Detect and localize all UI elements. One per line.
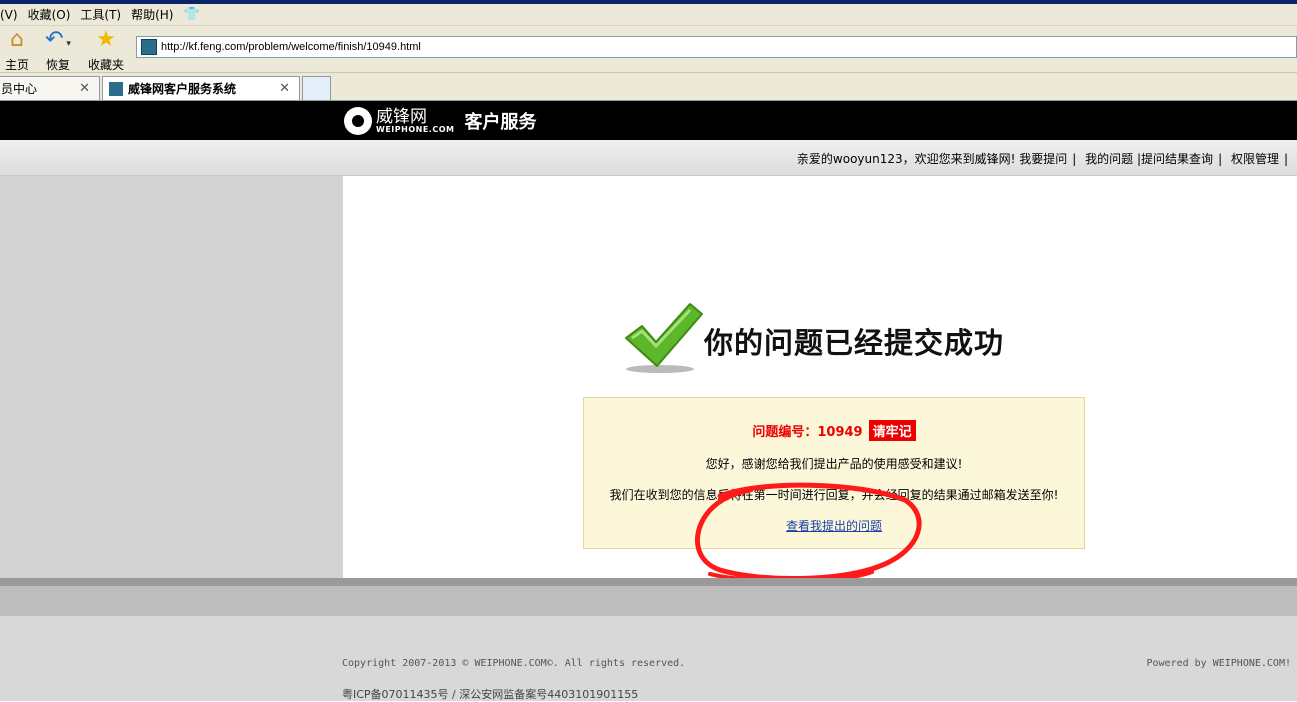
footer-band	[0, 586, 1297, 616]
home-button[interactable]: ⌂ 主页	[3, 28, 31, 73]
notice-box: 问题编号：10949 请牢记 您好，感谢您给我们提出产品的使用感受和建议! 我们在…	[583, 397, 1085, 549]
greeting: 亲爱的wooyun123，欢迎您来到威锋网!	[796, 152, 1016, 166]
close-icon[interactable]: ✕	[79, 81, 90, 96]
address-bar[interactable]: http://kf.feng.com/problem/welcome/finis…	[136, 36, 1297, 58]
copyright-text: Copyright 2007-2013 © WEIPHONE.COM©. All…	[342, 658, 686, 669]
service-title: 客户服务	[464, 112, 537, 133]
address-url[interactable]: http://kf.feng.com/problem/welcome/finis…	[161, 41, 421, 53]
checkmark-icon	[625, 303, 703, 373]
question-number: 问题编号：10949	[752, 425, 863, 440]
remember-badge: 请牢记	[868, 420, 916, 441]
tab-label: 员中心	[1, 82, 38, 96]
nav-bar: 亲爱的wooyun123，欢迎您来到威锋网! 我要提问 | 我的问题 |提问结果查…	[0, 140, 1297, 176]
powered-by-text: Powered by WEIPHONE.COM!	[1146, 658, 1292, 669]
restore-button[interactable]: ↶ ▾ 恢复	[38, 28, 78, 73]
site-favicon-icon	[109, 81, 123, 96]
menu-favorites[interactable]: 收藏(O)	[28, 6, 71, 23]
close-icon[interactable]: ✕	[279, 81, 290, 96]
tab-label: 威锋网客户服务系统	[128, 82, 237, 96]
thanks-text: 您好，感谢您给我们提出产品的使用感受和建议!	[705, 457, 963, 471]
home-label: 主页	[4, 58, 29, 72]
nav-my-questions[interactable]: 我的问题	[1085, 152, 1133, 166]
site-header	[0, 101, 1297, 140]
undo-icon: ↶ ▾	[45, 27, 71, 52]
view-my-question-link[interactable]: 查看我提出的问题	[786, 519, 882, 533]
logo-en: WEIPHONE.COM	[376, 124, 455, 134]
icp-text: 粤ICP备07011435号 / 深公安网监备案号4403101901155	[342, 688, 639, 701]
footer: Copyright 2007-2013 © WEIPHONE.COM©. All…	[0, 616, 1297, 701]
restore-label: 恢复	[45, 58, 70, 72]
menu-help[interactable]: 帮助(H)	[131, 6, 173, 23]
weiphone-logo-icon	[344, 107, 372, 135]
site-favicon-icon	[141, 39, 157, 55]
new-tab-button[interactable]	[302, 76, 331, 100]
menu-view[interactable]: (V)	[0, 8, 18, 22]
nav-ask-question[interactable]: 我要提问	[1019, 152, 1067, 166]
logo-cn: 威锋网	[376, 106, 427, 127]
shirt-icon[interactable]: 👕	[183, 7, 199, 22]
site-logo[interactable]: 威锋网 WEIPHONE.COM 客户服务	[344, 104, 536, 138]
menu-bar: (V) 收藏(O) 工具(T) 帮助(H) 👕	[0, 4, 1297, 26]
star-icon: ★	[96, 27, 116, 52]
favorites-button[interactable]: ★ 收藏夹	[86, 28, 126, 73]
success-headline: 你的问题已经提交成功	[704, 326, 1005, 360]
tab-member-center[interactable]: 员中心 ✕	[0, 76, 100, 100]
footer-divider	[0, 578, 1297, 586]
favorites-label: 收藏夹	[87, 58, 124, 72]
nav-query-results[interactable]: |提问结果查询	[1137, 152, 1213, 166]
tab-weiphone-service[interactable]: 威锋网客户服务系统 ✕	[102, 76, 300, 100]
left-sidebar	[0, 176, 343, 578]
tab-bar: 员中心 ✕ 威锋网客户服务系统 ✕	[0, 73, 1297, 101]
menu-tools[interactable]: 工具(T)	[80, 6, 121, 23]
nav-permissions[interactable]: 权限管理	[1231, 152, 1279, 166]
home-icon: ⌂	[10, 27, 24, 52]
info-text: 我们在收到您的信息后将在第一时间进行回复，并会经回复的结果通过邮箱发送至你!	[609, 488, 1059, 502]
